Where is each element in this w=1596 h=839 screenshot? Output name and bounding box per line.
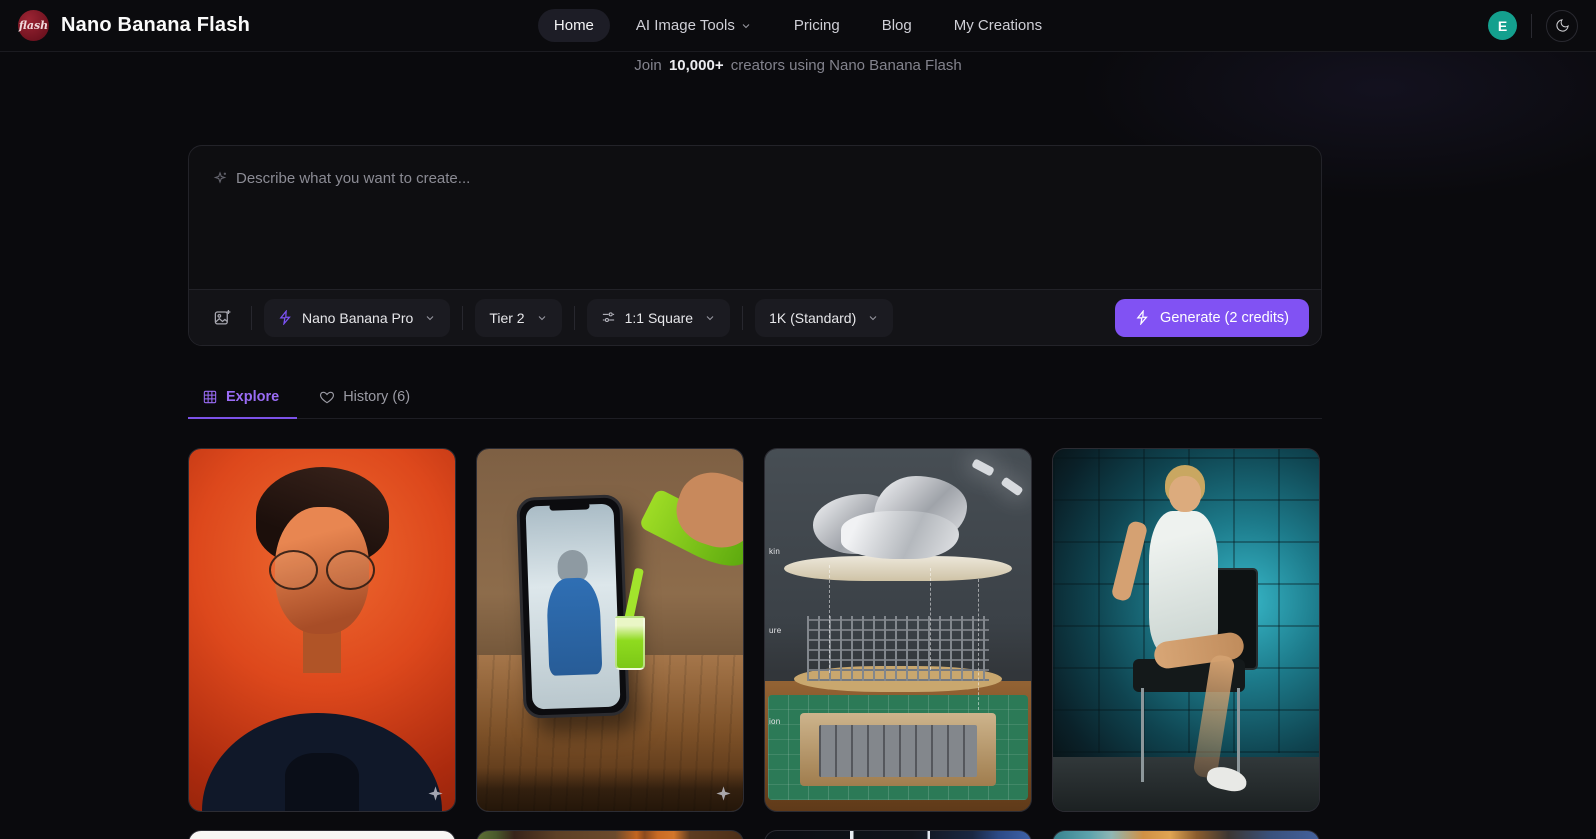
nav-actions: E [1058, 10, 1578, 42]
art-chair-leg [1237, 688, 1240, 782]
social-proof-line: Join 10,000+ creators using Nano Banana … [0, 57, 1596, 74]
nav-item-label: AI Image Tools [636, 17, 735, 34]
resolution-select[interactable]: 1K (Standard) [755, 299, 893, 337]
add-image-icon [213, 308, 232, 327]
resolution-label: 1K (Standard) [769, 310, 856, 326]
art-face [1169, 476, 1201, 512]
heart-icon [319, 389, 335, 405]
gallery-image-architecture-model: kin ure ion [765, 449, 1031, 811]
nav-item-ai-image-tools[interactable]: AI Image Tools [620, 9, 768, 42]
join-prefix: Join [634, 57, 662, 74]
aspect-ratio-label: 1:1 Square [625, 310, 694, 326]
gallery-card-partial[interactable] [188, 830, 456, 839]
gallery-card-partial[interactable] [764, 830, 1032, 839]
nav-item-pricing[interactable]: Pricing [778, 9, 856, 42]
toolbar-divider [462, 306, 463, 330]
art-phone [516, 494, 630, 718]
page: flash Nano Banana Flash Home AI Image To… [0, 0, 1596, 839]
tier-select-label: Tier 2 [489, 310, 524, 326]
theme-toggle-button[interactable] [1546, 10, 1578, 42]
join-suffix: creators using Nano Banana Flash [731, 57, 962, 74]
model-select[interactable]: Nano Banana Pro [264, 299, 450, 337]
toolbar-divider [742, 306, 743, 330]
art-label-foundation: ion [769, 717, 781, 726]
model-select-label: Nano Banana Pro [302, 310, 413, 326]
sliders-icon [601, 310, 616, 325]
toolbar-divider [574, 306, 575, 330]
lightning-icon [1135, 310, 1150, 325]
nav-item-blog[interactable]: Blog [866, 9, 928, 42]
art-shirt [285, 753, 359, 811]
art-label-skin: kin [769, 547, 780, 556]
add-image-button[interactable] [205, 301, 239, 335]
moon-icon [1555, 18, 1570, 33]
art-chair-leg [1141, 688, 1144, 782]
gallery-image-woman-teal [1053, 449, 1319, 811]
art-dress [1149, 511, 1218, 656]
nav-brand: flash Nano Banana Flash [18, 10, 538, 41]
logo-text: flash [19, 19, 48, 32]
art-dashed-line [978, 579, 979, 709]
prompt-input[interactable] [189, 146, 1321, 289]
prompt-composer: Nano Banana Pro Tier 2 1:1 Square [188, 145, 1322, 346]
gallery-card[interactable] [1052, 448, 1320, 812]
gallery-card-partial[interactable] [1052, 830, 1320, 839]
gallery-card[interactable] [476, 448, 744, 812]
gallery-card[interactable] [188, 448, 456, 812]
art-floor [1053, 757, 1319, 811]
avatar[interactable]: E [1488, 11, 1517, 40]
art-jacket [545, 577, 601, 676]
art-glasses [269, 550, 375, 590]
chevron-down-icon [740, 20, 752, 32]
gallery-image-phone-winter [477, 449, 743, 811]
art-skin-layer [797, 474, 999, 565]
tab-history[interactable]: History (6) [305, 379, 428, 418]
tab-history-label: History (6) [343, 389, 410, 405]
art-foundation-layer [800, 713, 997, 785]
chevron-down-icon [424, 312, 436, 324]
tab-explore-label: Explore [226, 389, 279, 405]
sparkle-icon [715, 785, 732, 802]
tab-explore[interactable]: Explore [188, 379, 297, 418]
chevron-down-icon [536, 312, 548, 324]
art-label-structure: ure [769, 626, 781, 635]
tier-select[interactable]: Tier 2 [475, 299, 561, 337]
aspect-ratio-select[interactable]: 1:1 Square [587, 299, 731, 337]
toolbar-divider [251, 306, 252, 330]
gallery-card-partial[interactable] [476, 830, 744, 839]
gallery-tabs: Explore History (6) [188, 379, 1322, 419]
nav-item-home[interactable]: Home [538, 9, 610, 42]
art-dashed-line [829, 565, 830, 674]
art-phone-notch [549, 502, 589, 510]
chevron-down-icon [704, 312, 716, 324]
chevron-down-icon [867, 312, 879, 324]
art-arm [1110, 520, 1147, 602]
grid-icon [202, 389, 218, 405]
gallery-card[interactable]: kin ure ion [764, 448, 1032, 812]
brand-title: Nano Banana Flash [61, 14, 250, 37]
nav-divider [1531, 14, 1532, 38]
art-dashed-line [930, 568, 931, 669]
art-spotlight [1000, 476, 1023, 496]
art-glass [615, 616, 644, 670]
sparkle-icon [427, 785, 444, 802]
sparkles-icon [211, 170, 229, 188]
generate-button-label: Generate (2 credits) [1160, 310, 1289, 326]
top-nav: flash Nano Banana Flash Home AI Image To… [0, 0, 1596, 52]
generate-button[interactable]: Generate (2 credits) [1115, 299, 1309, 337]
art-phone-screen [525, 504, 620, 710]
brand-logo-icon[interactable]: flash [18, 10, 49, 41]
nav-item-my-creations[interactable]: My Creations [938, 9, 1058, 42]
prompt-input-area [189, 146, 1321, 289]
main-content: Nano Banana Pro Tier 2 1:1 Square [188, 145, 1322, 839]
gallery-image-man-orange [189, 449, 455, 811]
nav-links: Home AI Image Tools Pricing Blog My Crea… [538, 9, 1058, 42]
lightning-icon [278, 310, 293, 325]
composer-toolbar: Nano Banana Pro Tier 2 1:1 Square [189, 289, 1321, 345]
art-structure-layer [794, 616, 1001, 692]
gallery-grid: kin ure ion [188, 448, 1322, 812]
creator-count: 10,000+ [666, 57, 727, 74]
gallery-grid-row2 [188, 830, 1322, 839]
